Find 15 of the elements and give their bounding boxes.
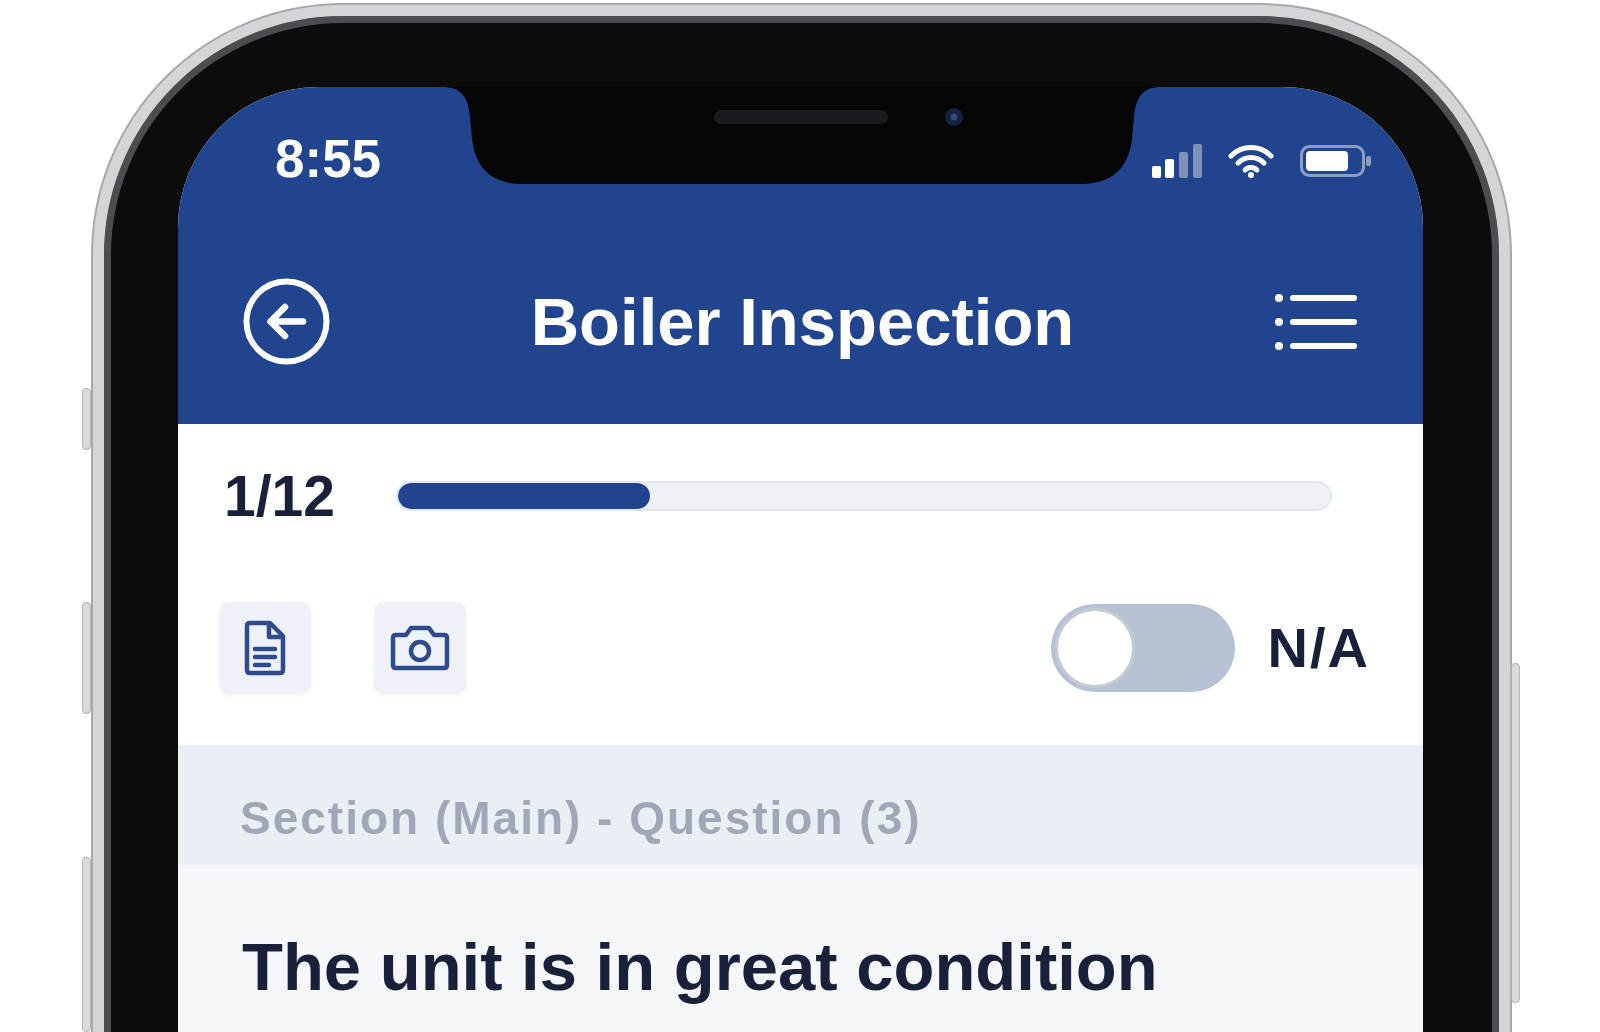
camera-icon	[390, 625, 450, 671]
signal-icon	[1152, 144, 1202, 178]
menu-list-icon	[1275, 292, 1357, 351]
na-label: N/A	[1267, 620, 1370, 676]
notes-button[interactable]	[219, 602, 311, 694]
battery-icon	[1300, 145, 1372, 177]
back-button[interactable]	[243, 278, 330, 365]
camera-button[interactable]	[374, 602, 466, 694]
wifi-icon	[1228, 144, 1274, 178]
screen-title: Boiler Inspection	[529, 284, 1076, 359]
progress-count: 1/12	[224, 467, 335, 525]
status-time: 8:55	[275, 131, 382, 185]
question-text: The unit is in great condition	[242, 928, 1159, 1006]
document-icon	[243, 620, 287, 676]
menu-button[interactable]	[1275, 292, 1357, 351]
